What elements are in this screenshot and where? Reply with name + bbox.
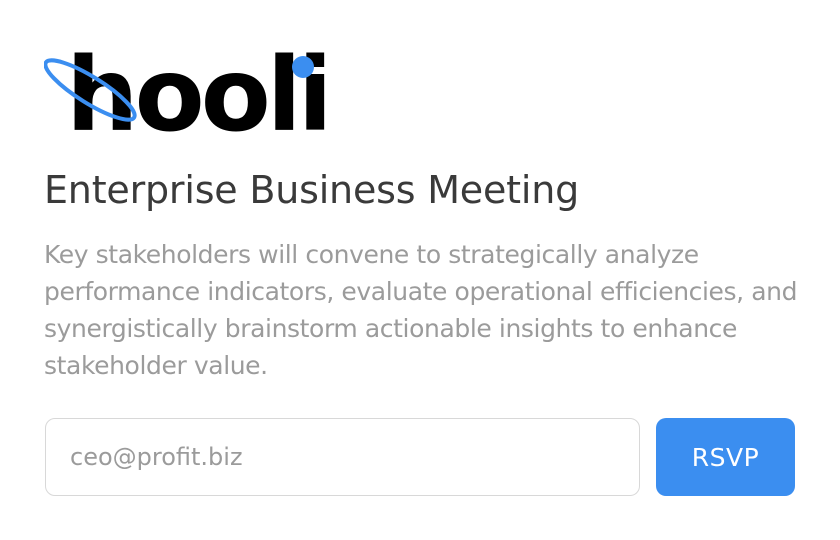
- hooli-logo-wordmark: hooli: [66, 44, 329, 140]
- hooli-logo: hooli: [44, 44, 333, 140]
- hooli-logo-dot: [292, 56, 314, 78]
- event-title: Enterprise Business Meeting: [44, 168, 580, 212]
- rsvp-button[interactable]: RSVP: [656, 418, 795, 496]
- rsvp-form: RSVP: [45, 418, 797, 496]
- email-input[interactable]: [45, 418, 640, 496]
- rsvp-page: hooli Enterprise Business Meeting Key st…: [0, 0, 840, 540]
- event-description: Key stakeholders will convene to strateg…: [44, 240, 798, 380]
